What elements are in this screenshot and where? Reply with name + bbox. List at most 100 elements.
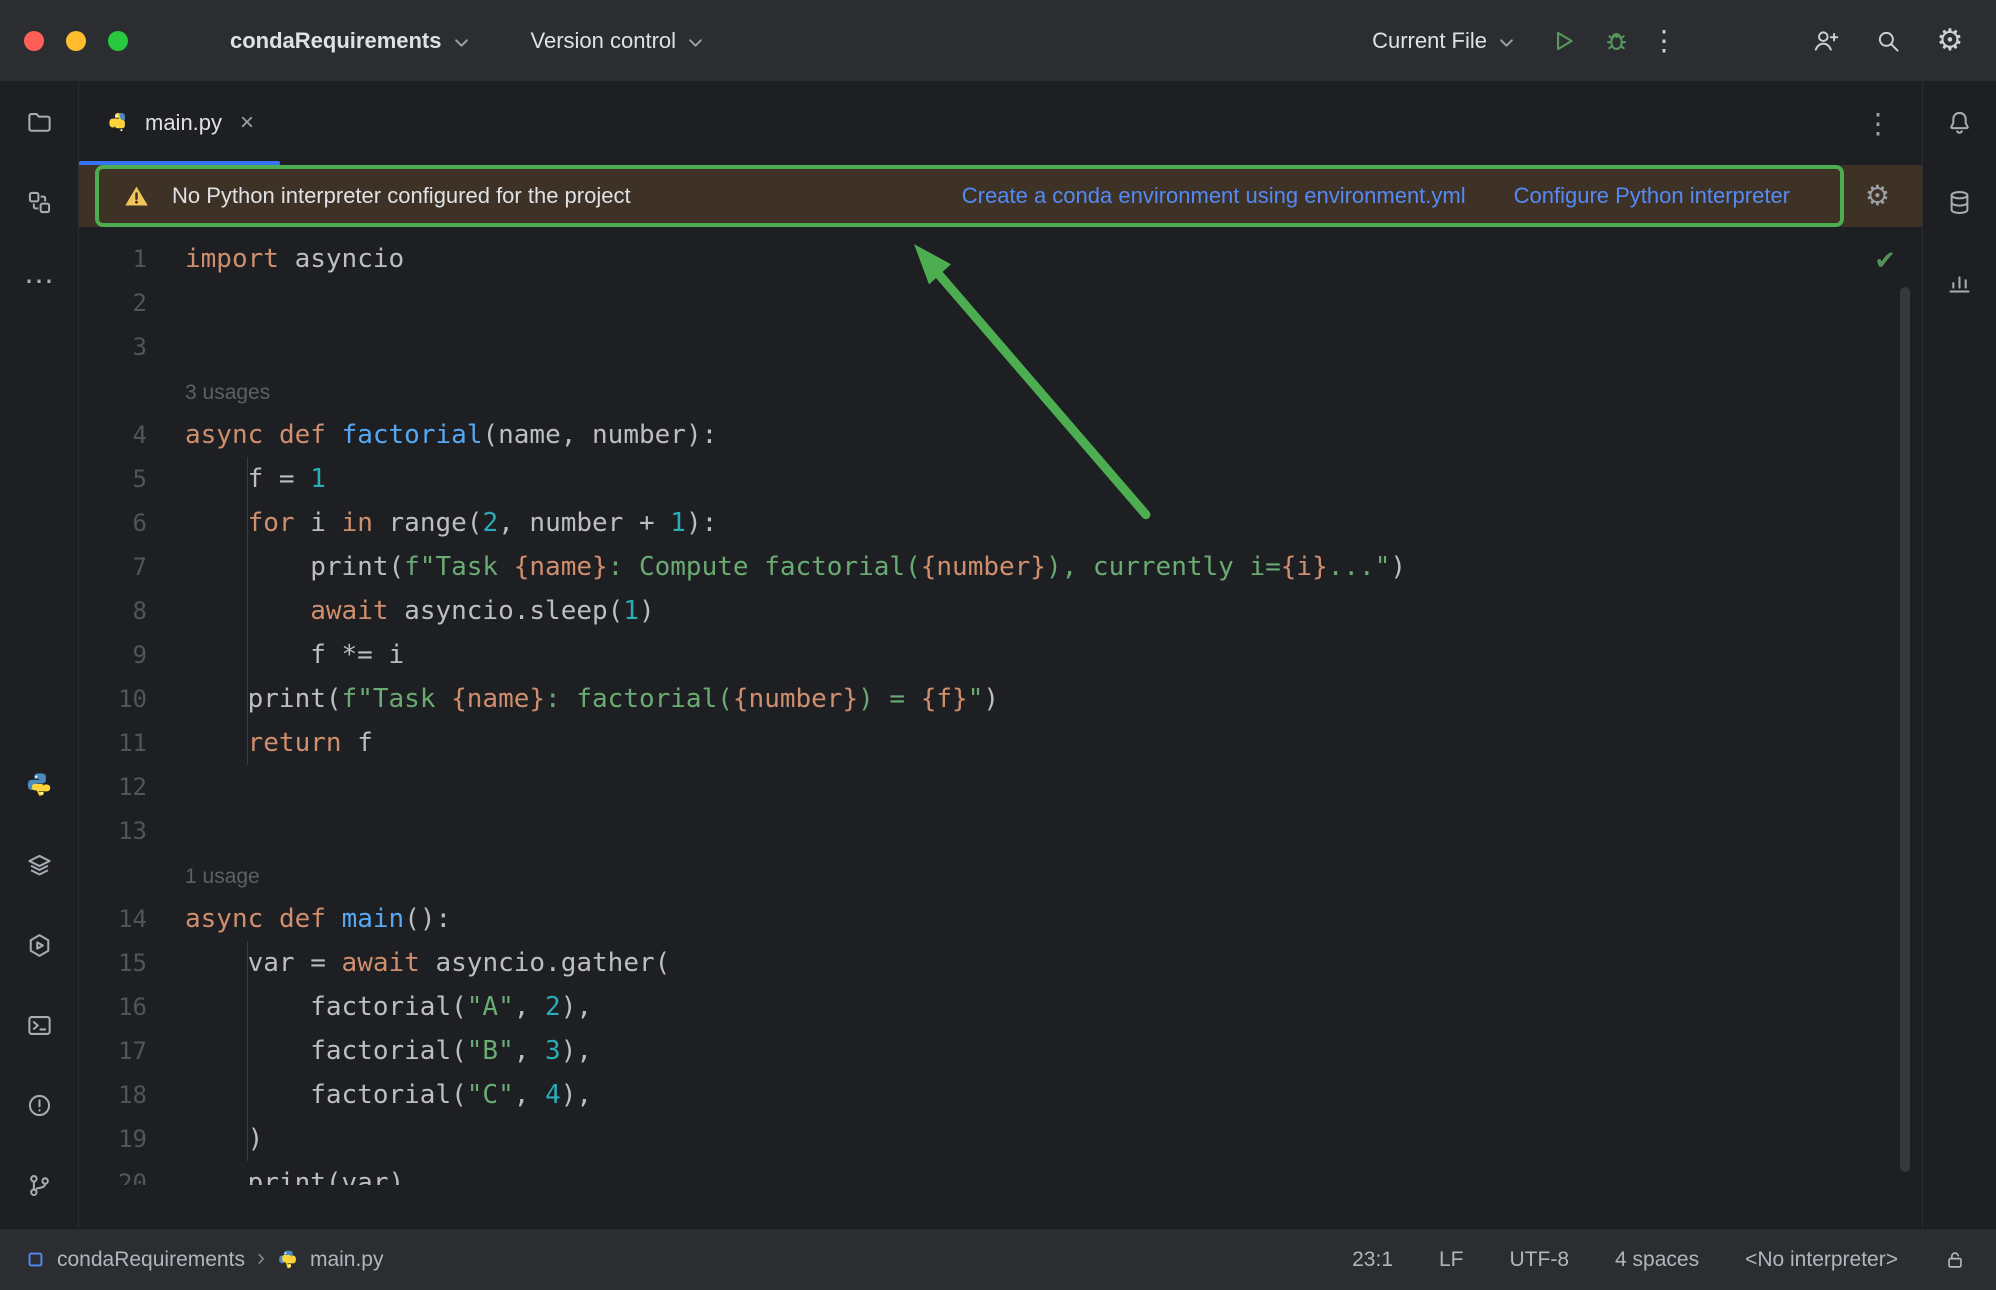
breadcrumb-file[interactable]: main.py [310, 1248, 384, 1272]
code-row[interactable]: 7 print(f"Task {name}: Compute factorial… [79, 545, 1922, 589]
code-row[interactable]: 2 [79, 281, 1922, 325]
code-editor[interactable]: 1import asyncio233 usages4async def fact… [79, 227, 1922, 1228]
indent-widget[interactable]: 4 spaces [1615, 1248, 1699, 1272]
project-selector[interactable]: condaRequirements [230, 28, 469, 54]
traffic-lights [24, 31, 128, 51]
chart-icon[interactable] [1943, 265, 1977, 299]
code-row[interactable]: 4async def factorial(name, number): [79, 413, 1922, 457]
tab-close-icon[interactable]: × [240, 109, 254, 137]
code-row[interactable]: 16 factorial("A", 2), [79, 985, 1922, 1029]
code-row[interactable]: 3 [79, 325, 1922, 369]
code-line-text: for i in range(2, number + 1): [185, 501, 717, 545]
code-row[interactable]: 8 await asyncio.sleep(1) [79, 589, 1922, 633]
code-with-me-icon[interactable] [1806, 21, 1846, 61]
code-line-text: print(f"Task {name}: factorial({number})… [185, 677, 999, 721]
code-row[interactable]: 6 for i in range(2, number + 1): [79, 501, 1922, 545]
code-line-text: print(var) [185, 1161, 404, 1185]
line-number: 19 [79, 1117, 185, 1161]
line-number: 8 [79, 589, 185, 633]
line-number [79, 369, 185, 413]
services-icon[interactable] [22, 928, 56, 962]
line-number: 16 [79, 985, 185, 1029]
code-line-text: return f [185, 721, 373, 765]
tab-label: main.py [145, 110, 222, 136]
project-folder-icon[interactable] [22, 105, 56, 139]
python-packages-icon[interactable] [22, 768, 56, 802]
line-number [79, 853, 185, 897]
notifications-bell-icon[interactable] [1943, 105, 1977, 139]
debug-button[interactable] [1596, 21, 1636, 61]
line-number: 15 [79, 941, 185, 985]
terminal-icon[interactable] [22, 1008, 56, 1042]
more-tool-windows-icon[interactable]: ⋯ [22, 265, 56, 299]
minimize-window-button[interactable] [66, 31, 86, 51]
inlay-row[interactable]: 1 usage [79, 853, 1922, 897]
vcs-selector[interactable]: Version control [531, 28, 704, 54]
inspection-ok-icon[interactable]: ✔ [1874, 245, 1896, 276]
create-conda-env-link[interactable]: Create a conda environment using environ… [962, 183, 1466, 209]
line-number: 18 [79, 1073, 185, 1117]
layers-icon[interactable] [22, 848, 56, 882]
ide-window: condaRequirements Version control Curren… [0, 0, 1996, 1290]
python-file-icon [277, 1249, 298, 1270]
code-row[interactable]: 17 factorial("B", 3), [79, 1029, 1922, 1073]
code-row[interactable]: 1import asyncio [79, 237, 1922, 281]
line-ending-widget[interactable]: LF [1439, 1248, 1464, 1272]
zoom-window-button[interactable] [108, 31, 128, 51]
encoding-widget[interactable]: UTF-8 [1510, 1248, 1570, 1272]
banner-settings-gear-icon[interactable]: ⚙ [1865, 182, 1890, 210]
code-row[interactable]: 10 print(f"Task {name}: factorial({numbe… [79, 677, 1922, 721]
structure-icon[interactable] [22, 185, 56, 219]
inlay-row[interactable]: 3 usages [79, 369, 1922, 413]
code-line-text: import asyncio [185, 237, 404, 281]
settings-gear-icon[interactable]: ⚙ [1930, 21, 1970, 61]
line-number: 12 [79, 765, 185, 809]
line-number: 3 [79, 325, 185, 369]
workspace-body: ⋯ [0, 81, 1996, 1228]
line-number: 17 [79, 1029, 185, 1073]
editor-tab-bar: main.py × ⋮ [79, 81, 1922, 165]
code-line-text: print(f"Task {name}: Compute factorial({… [185, 545, 1406, 589]
run-configuration-label: Current File [1372, 28, 1487, 54]
problems-icon[interactable] [22, 1088, 56, 1122]
vertical-scrollbar[interactable] [1900, 287, 1910, 1172]
lock-icon[interactable] [1944, 1249, 1966, 1271]
code-row[interactable]: 15 var = await asyncio.gather( [79, 941, 1922, 985]
close-window-button[interactable] [24, 31, 44, 51]
code-line-text: f *= i [185, 633, 404, 677]
code-line-text: async def factorial(name, number): [185, 413, 717, 457]
chevron-down-icon [454, 38, 469, 48]
run-button[interactable] [1544, 21, 1584, 61]
status-bar: condaRequirements › main.py 23:1 LF UTF-… [0, 1228, 1996, 1290]
search-everywhere-icon[interactable] [1868, 21, 1908, 61]
code-line-text: await asyncio.sleep(1) [185, 589, 655, 633]
code-row[interactable]: 14async def main(): [79, 897, 1922, 941]
line-number: 11 [79, 721, 185, 765]
git-branch-icon[interactable] [22, 1168, 56, 1202]
usages-inlay-hint[interactable]: 1 usage [185, 853, 260, 897]
usages-inlay-hint[interactable]: 3 usages [185, 369, 270, 413]
interpreter-widget[interactable]: <No interpreter> [1745, 1248, 1898, 1272]
configure-interpreter-link[interactable]: Configure Python interpreter [1514, 183, 1790, 209]
line-number: 14 [79, 897, 185, 941]
code-row[interactable]: 18 factorial("C", 4), [79, 1073, 1922, 1117]
code-row[interactable]: 11 return f [79, 721, 1922, 765]
code-row[interactable]: 5 f = 1 [79, 457, 1922, 501]
code-row[interactable]: 9 f *= i [79, 633, 1922, 677]
interpreter-warning-banner: No Python interpreter configured for the… [79, 165, 1922, 227]
caret-position-widget[interactable]: 23:1 [1352, 1248, 1393, 1272]
code-row[interactable]: 12 [79, 765, 1922, 809]
code-lines: 1import asyncio233 usages4async def fact… [79, 237, 1922, 1185]
tab-main-py[interactable]: main.py × [79, 81, 280, 165]
banner-content: No Python interpreter configured for the… [79, 183, 1922, 210]
right-tool-stripe [1922, 81, 1996, 1228]
more-run-actions-button[interactable]: ⋮ [1650, 27, 1678, 55]
breadcrumb-project[interactable]: condaRequirements [57, 1248, 245, 1272]
run-configuration-selector[interactable]: Current File [1372, 28, 1514, 54]
code-row[interactable]: 19 ) [79, 1117, 1922, 1161]
code-row[interactable]: 20 print(var) [79, 1161, 1922, 1185]
code-row[interactable]: 13 [79, 809, 1922, 853]
tab-options-kebab-icon[interactable]: ⋮ [1864, 107, 1892, 140]
line-number: 6 [79, 501, 185, 545]
database-icon[interactable] [1943, 185, 1977, 219]
